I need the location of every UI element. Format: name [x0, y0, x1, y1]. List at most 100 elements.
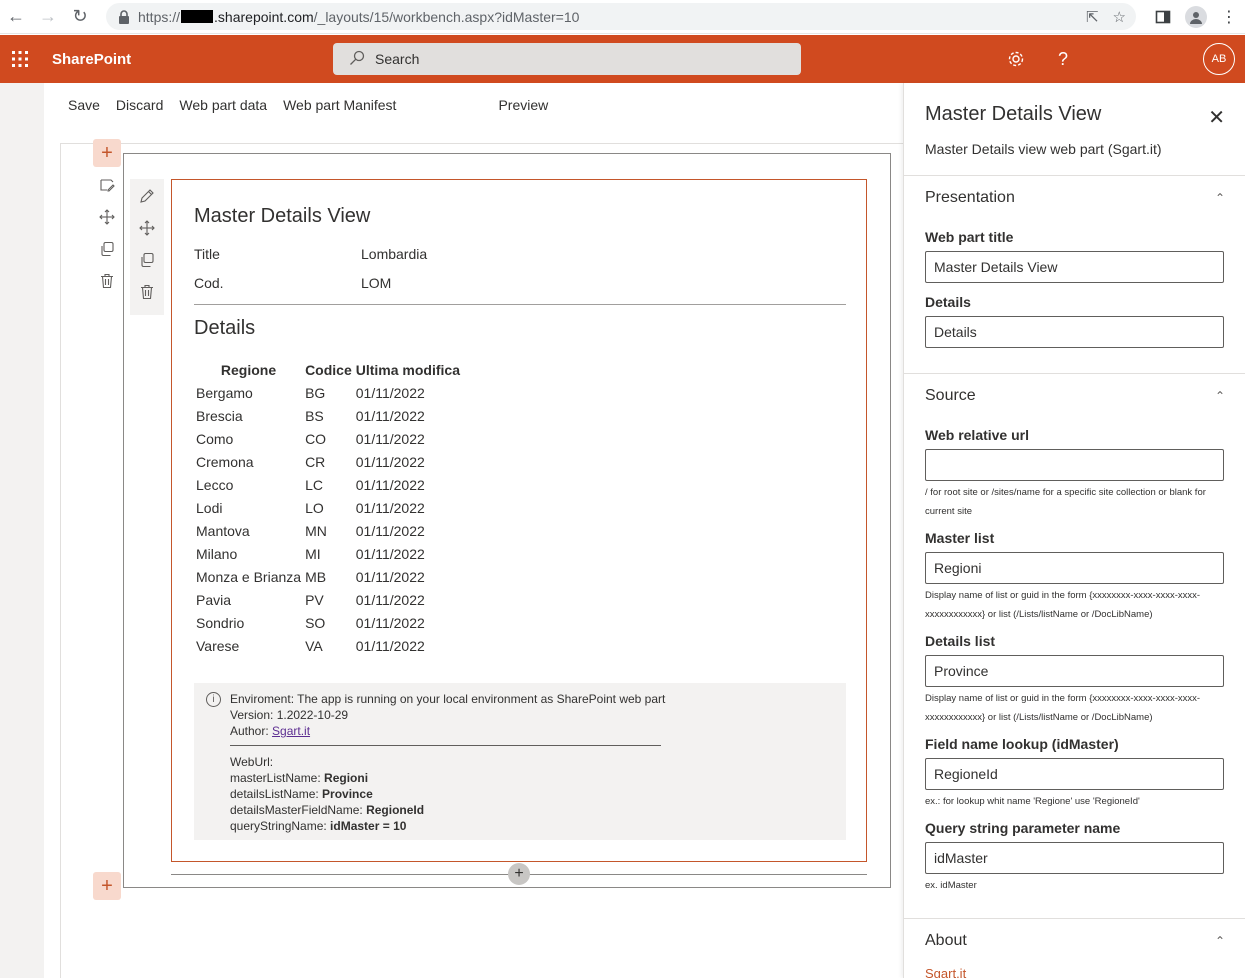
details-list-help: Display name of list or guid in the form…	[925, 693, 1201, 723]
field-lookup-label: Field name lookup (idMaster)	[925, 736, 1119, 752]
chevron-up-icon[interactable]: ⌃	[1215, 934, 1225, 948]
back-icon[interactable]: ←	[0, 0, 32, 34]
user-avatar[interactable]: AB	[1203, 43, 1235, 75]
regione-cell: Milano	[196, 545, 238, 562]
search-box[interactable]: Search	[333, 43, 801, 75]
app-launcher-icon[interactable]	[0, 35, 40, 83]
duplicate-section-icon[interactable]	[98, 240, 116, 258]
ultima-modifica-cell: 01/11/2022	[355, 522, 425, 539]
table-row: Cremona CR 01/11/2022	[194, 450, 462, 473]
info-icon: i	[206, 692, 221, 707]
group-divider	[904, 918, 1245, 919]
pane-title: Master Details View	[925, 103, 1102, 125]
web-part-title-input[interactable]: Master Details View	[925, 251, 1224, 283]
query-string-label: queryStringName:	[230, 819, 331, 833]
regione-cell: Lecco	[196, 476, 234, 493]
divider	[194, 304, 846, 305]
web-part-title: Master Details View	[194, 205, 371, 227]
side-panel-icon[interactable]	[1155, 9, 1171, 25]
chevron-up-icon[interactable]: ⌃	[1215, 389, 1225, 403]
sharepoint-brand[interactable]: SharePoint	[52, 51, 131, 68]
query-param-label: Query string parameter name	[925, 820, 1121, 836]
regione-cell: Bergamo	[196, 384, 253, 401]
codice-cell: LO	[305, 499, 324, 516]
duplicate-web-part-icon[interactable]	[138, 251, 156, 269]
regione-cell: Pavia	[196, 591, 232, 608]
ultima-modifica-cell: 01/11/2022	[355, 614, 425, 631]
details-master-field-label: detailsMasterFieldName:	[230, 803, 367, 817]
reload-icon[interactable]: ↻	[64, 0, 96, 34]
web-relative-url-input[interactable]	[925, 449, 1224, 481]
group-header-source[interactable]: Source	[925, 387, 976, 405]
group-header-about[interactable]: About	[925, 932, 967, 950]
move-section-icon[interactable]	[98, 208, 116, 226]
column-header-codice: Codice	[305, 361, 352, 378]
regione-cell: Mantova	[196, 522, 250, 539]
group-header-presentation[interactable]: Presentation	[925, 189, 1015, 207]
master-field-value: Lombardia	[361, 246, 428, 262]
master-details-web-part[interactable]: Master Details View Title Lombardia Cod.…	[171, 179, 867, 862]
delete-section-icon[interactable]	[98, 272, 116, 290]
regione-cell: Sondrio	[196, 614, 245, 631]
suite-bar: SharePoint Search ? AB	[0, 35, 1245, 83]
edit-section-icon[interactable]	[98, 176, 116, 194]
help-icon[interactable]: ?	[1058, 35, 1068, 83]
master-list-value: Regioni	[324, 771, 369, 785]
preview-button[interactable]: Preview	[490, 97, 556, 113]
share-icon[interactable]: ⇱	[1086, 8, 1099, 26]
add-section-top-button[interactable]: +	[93, 139, 121, 167]
query-param-input[interactable]: idMaster	[925, 842, 1224, 874]
section-toolbar	[96, 176, 118, 290]
discard-button[interactable]: Discard	[108, 97, 171, 113]
group-divider	[904, 373, 1245, 374]
codice-cell: LC	[305, 476, 323, 493]
master-field-label: Cod.	[194, 275, 224, 291]
chevron-up-icon[interactable]: ⌃	[1215, 191, 1225, 205]
profile-icon[interactable]	[1185, 6, 1207, 28]
about-link[interactable]: Sgart.it	[925, 966, 966, 978]
author-label: Author:	[230, 724, 273, 738]
master-field-label: Title	[194, 246, 220, 262]
codice-cell: SO	[305, 614, 326, 631]
table-row: Brescia BS 01/11/2022	[194, 404, 462, 427]
details-table: Regione Codice Ultima modifica Bergamo BG…	[194, 358, 462, 657]
query-string-line: queryStringName: idMaster = 10	[230, 818, 665, 834]
workbench-command-bar: Save Discard Web part data Web part Mani…	[60, 83, 903, 127]
forward-icon[interactable]: →	[32, 0, 64, 34]
details-input[interactable]: Details	[925, 316, 1224, 348]
field-lookup-help: ex.: for lookup whit name 'Regione' use …	[925, 796, 1140, 807]
regione-cell: Varese	[196, 637, 240, 654]
group-divider	[904, 175, 1245, 176]
codice-cell: BS	[305, 407, 324, 424]
menu-kebab-icon[interactable]: ⋮	[1221, 7, 1237, 27]
move-web-part-icon[interactable]	[138, 219, 156, 237]
master-list-label: masterListName:	[230, 771, 325, 785]
master-list-input[interactable]: Regioni	[925, 552, 1224, 584]
close-icon[interactable]: ✕	[1208, 105, 1225, 130]
address-bar[interactable]: https:// .sharepoint.com/_layouts/15/work…	[106, 3, 1136, 30]
table-header-row: Regione Codice Ultima modifica	[194, 358, 462, 381]
info-divider	[230, 745, 661, 746]
web-part-title-label: Web part title	[925, 229, 1014, 245]
column-header-regione: Regione	[220, 361, 277, 378]
query-param-help: ex. idMaster	[925, 880, 977, 891]
author-link[interactable]: Sgart.it	[272, 724, 310, 738]
bookmark-star-icon[interactable]: ☆	[1113, 8, 1126, 26]
field-lookup-input[interactable]: RegioneId	[925, 758, 1224, 790]
add-web-part-button[interactable]: +	[508, 863, 530, 885]
ultima-modifica-cell: 01/11/2022	[355, 453, 425, 470]
delete-web-part-icon[interactable]	[138, 283, 156, 301]
table-row: Como CO 01/11/2022	[194, 427, 462, 450]
save-button[interactable]: Save	[60, 97, 108, 113]
codice-cell: MN	[305, 522, 327, 539]
add-section-bottom-button[interactable]: +	[93, 872, 121, 900]
web-part-data-button[interactable]: Web part data	[171, 97, 275, 113]
codice-cell: MB	[305, 568, 327, 585]
edit-web-part-pencil-icon[interactable]	[138, 187, 156, 205]
regione-cell: Monza e Brianza	[196, 568, 302, 585]
settings-gear-icon[interactable]	[1007, 35, 1025, 83]
web-part-manifest-button[interactable]: Web part Manifest	[275, 97, 404, 113]
details-list-input[interactable]: Province	[925, 655, 1224, 687]
ultima-modifica-cell: 01/11/2022	[355, 568, 425, 585]
codice-cell: CO	[305, 430, 327, 447]
